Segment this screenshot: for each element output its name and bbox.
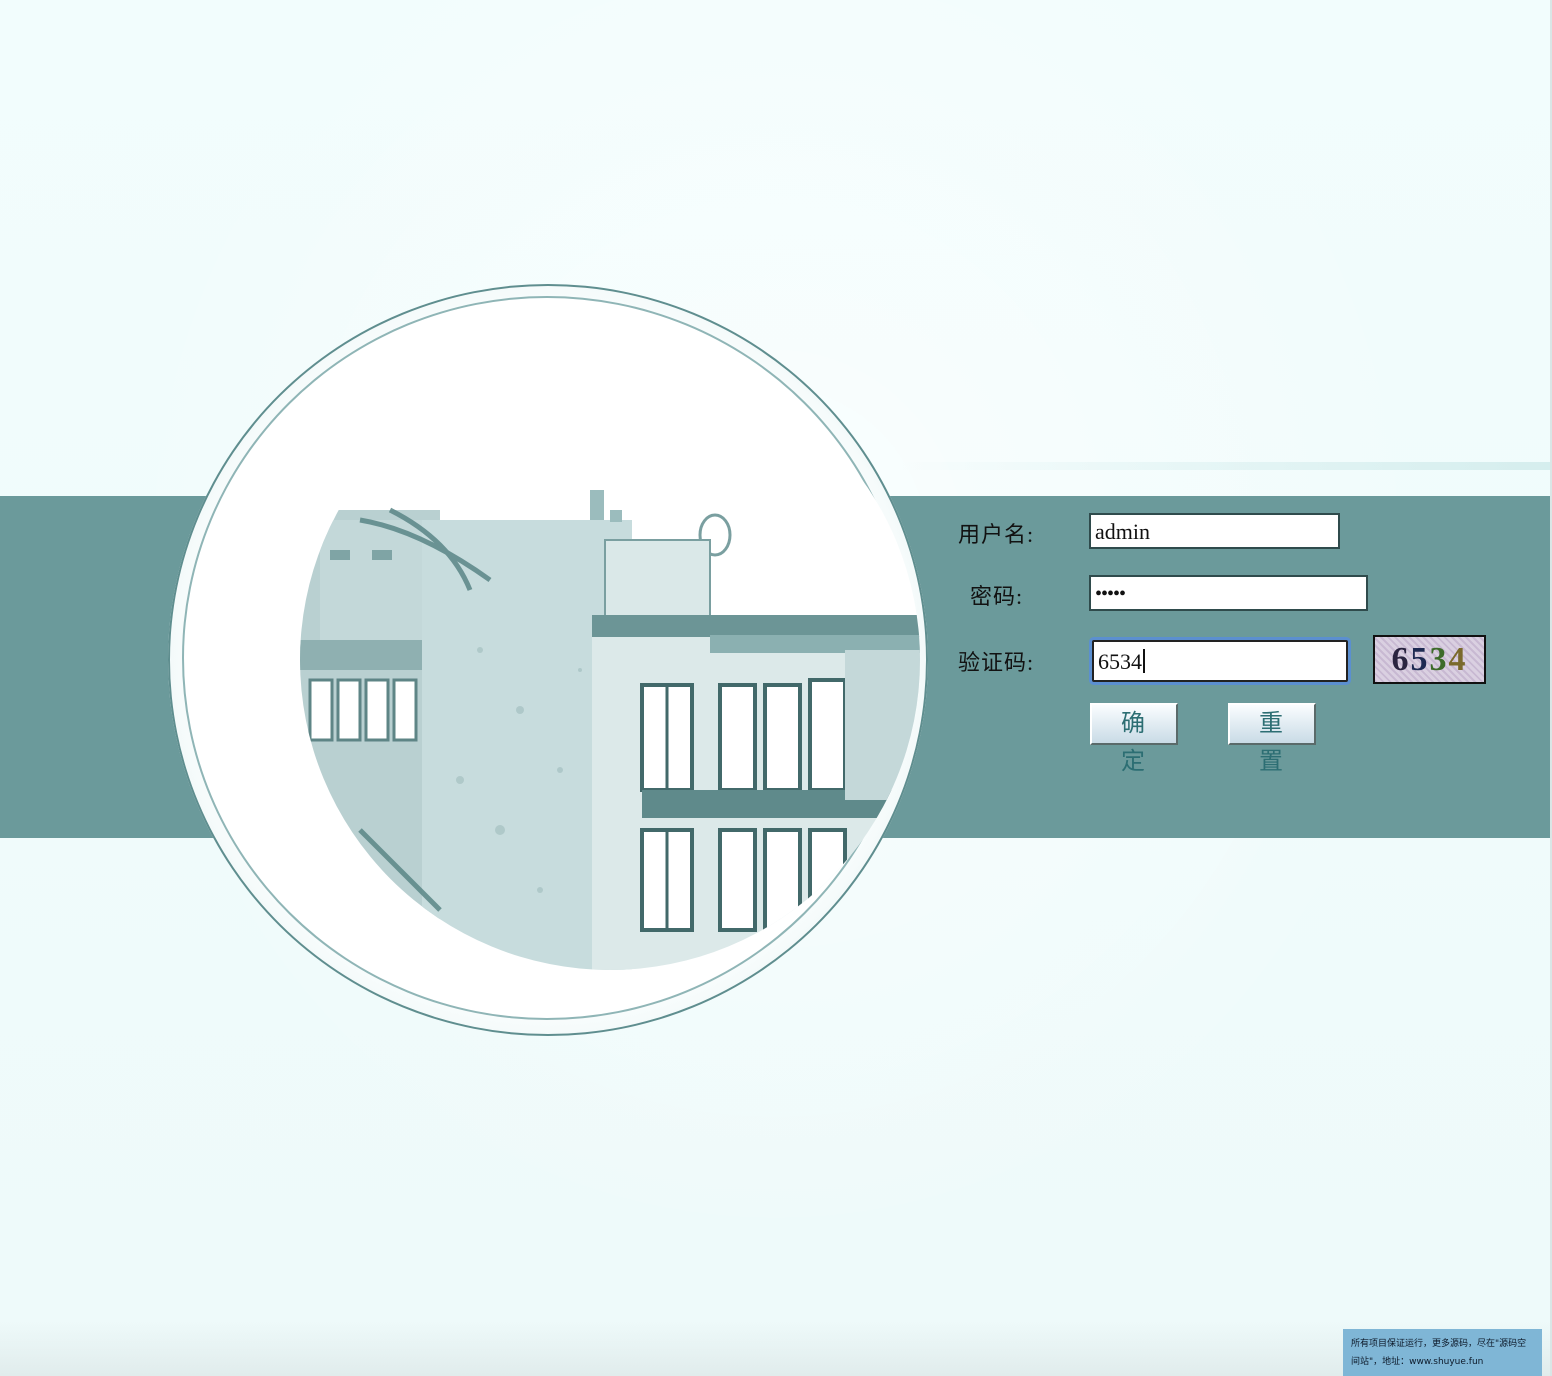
captcha-digit: 5: [1410, 641, 1430, 678]
password-value: •••••: [1095, 583, 1126, 605]
reset-button[interactable]: 重 置: [1228, 703, 1316, 775]
password-label: 密码:: [970, 584, 1024, 609]
source-notice: 所有项目保证运行，更多源码，尽在"源码空间站"，地址：www.shuyue.fu…: [1343, 1329, 1542, 1376]
footer-shade: [0, 1320, 1552, 1376]
username-input[interactable]: admin: [1089, 513, 1340, 549]
decorative-line: [900, 462, 1550, 470]
captcha-image[interactable]: 6534: [1373, 635, 1486, 684]
username-label: 用户名:: [958, 522, 1035, 547]
captcha-input-value: 6534: [1098, 649, 1142, 674]
submit-button[interactable]: 确 定: [1090, 703, 1178, 775]
captcha-digit: 3: [1429, 641, 1449, 678]
captcha-input[interactable]: 6534: [1092, 640, 1348, 682]
captcha-label: 验证码:: [958, 650, 1035, 675]
building-photo: [300, 350, 920, 970]
captcha-digit: 4: [1448, 641, 1468, 678]
password-input[interactable]: •••••: [1089, 575, 1368, 611]
username-value: admin: [1095, 519, 1150, 544]
text-caret: [1143, 649, 1145, 673]
captcha-digit: 6: [1391, 641, 1411, 678]
